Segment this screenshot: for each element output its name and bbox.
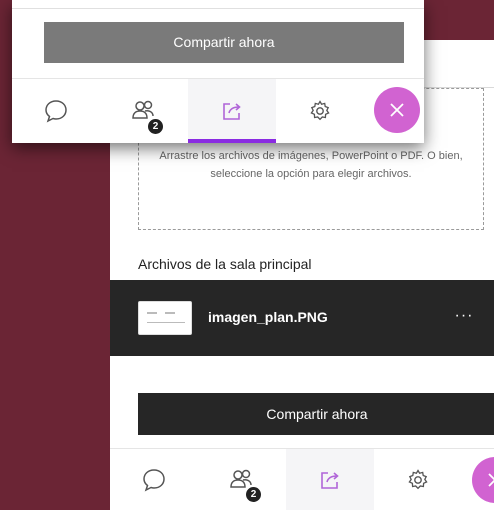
popup-tab-chat[interactable] bbox=[12, 79, 100, 143]
tab-attendees[interactable]: 2 bbox=[198, 449, 286, 510]
tab-settings[interactable] bbox=[374, 449, 462, 510]
close-icon bbox=[390, 103, 404, 117]
close-panel-button[interactable] bbox=[472, 457, 494, 503]
file-thumbnail bbox=[138, 301, 192, 335]
share-popup-panel: Compartir ahora 2 bbox=[12, 0, 424, 143]
popup-tab-bar: 2 bbox=[12, 78, 424, 143]
gear-icon bbox=[408, 469, 428, 490]
gear-icon bbox=[310, 100, 330, 121]
share-content-icon bbox=[321, 472, 339, 489]
file-more-options-button[interactable]: ··· bbox=[448, 302, 480, 332]
dropzone-instructions: Arrastre los archivos de imágenes, Power… bbox=[159, 150, 463, 180]
popup-tab-attendees[interactable]: 2 bbox=[100, 79, 188, 143]
active-tab-indicator bbox=[188, 139, 276, 143]
chat-bubble-icon bbox=[143, 469, 165, 492]
file-name: imagen_plan.PNG bbox=[208, 309, 328, 325]
attendees-count-badge: 2 bbox=[246, 487, 261, 502]
chat-bubble-icon bbox=[45, 100, 67, 123]
popup-tab-settings[interactable] bbox=[276, 79, 364, 143]
divider bbox=[12, 8, 424, 9]
share-content-icon bbox=[223, 103, 241, 120]
tab-share-content[interactable] bbox=[286, 449, 374, 510]
close-icon bbox=[488, 473, 494, 487]
file-list-item[interactable]: imagen_plan.PNG ··· bbox=[110, 280, 494, 356]
popup-tab-share-content[interactable] bbox=[188, 79, 276, 143]
tab-chat[interactable] bbox=[110, 449, 198, 510]
files-heading: Archivos de la sala principal bbox=[138, 256, 312, 272]
popup-share-now-button[interactable]: Compartir ahora bbox=[44, 22, 404, 63]
panel-tab-bar: 2 bbox=[110, 448, 494, 510]
share-now-button[interactable]: Compartir ahora bbox=[138, 393, 494, 435]
attendees-count-badge: 2 bbox=[148, 119, 163, 134]
popup-close-button[interactable] bbox=[374, 87, 420, 133]
